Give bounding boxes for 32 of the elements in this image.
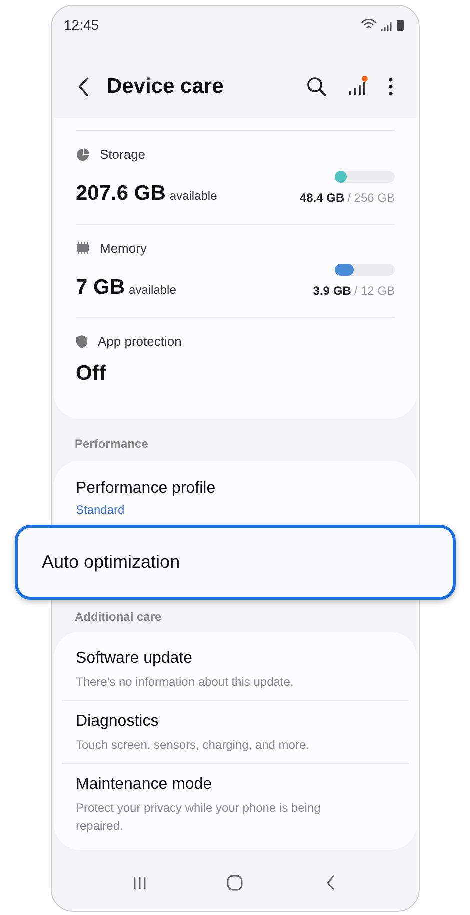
resource-label: App protection xyxy=(98,333,182,351)
auto-optimization-item[interactable]: Auto optimization xyxy=(15,525,456,600)
used-amount: 3.9 GB xyxy=(313,283,352,300)
status-time: 12:45 xyxy=(64,16,100,34)
resource-value: Off xyxy=(76,360,106,386)
care-item[interactable]: Maintenance mode Protect your privacy while your phone is being repaired. xyxy=(62,763,409,844)
performance-profile-item[interactable]: Performance profile Standard xyxy=(54,477,417,525)
shield-icon xyxy=(76,334,88,349)
search-icon xyxy=(307,77,327,97)
status-icons xyxy=(361,18,407,32)
chip-icon xyxy=(76,242,90,254)
used-amount: 48.4 GB xyxy=(300,190,345,206)
page-title: Device care xyxy=(107,74,224,100)
section-heading: Performance xyxy=(75,436,150,453)
resource-unit: available xyxy=(170,188,218,205)
resource-value: 7 GB xyxy=(76,274,126,300)
resource-label: Storage xyxy=(100,146,146,164)
chevron-left-icon xyxy=(78,77,90,97)
back-icon xyxy=(326,875,336,891)
section-heading: Additional care xyxy=(75,609,163,626)
resource-unit: available xyxy=(129,282,176,298)
care-item[interactable]: Software update There's no information about this update. xyxy=(62,638,409,700)
total-amount: / 256 GB xyxy=(348,190,395,206)
resource-label: Memory xyxy=(100,240,147,258)
resource-value: 207.6 GB xyxy=(76,181,166,207)
care-item[interactable]: Diagnostics Touch screen, sensors, charging, and more. xyxy=(62,700,409,763)
recent-apps-icon xyxy=(132,876,147,890)
more-icon xyxy=(389,78,393,96)
home-icon xyxy=(227,875,244,891)
pie-chart-icon xyxy=(76,148,90,162)
search-button[interactable] xyxy=(305,75,329,99)
total-amount: / 12 GB xyxy=(354,283,395,300)
